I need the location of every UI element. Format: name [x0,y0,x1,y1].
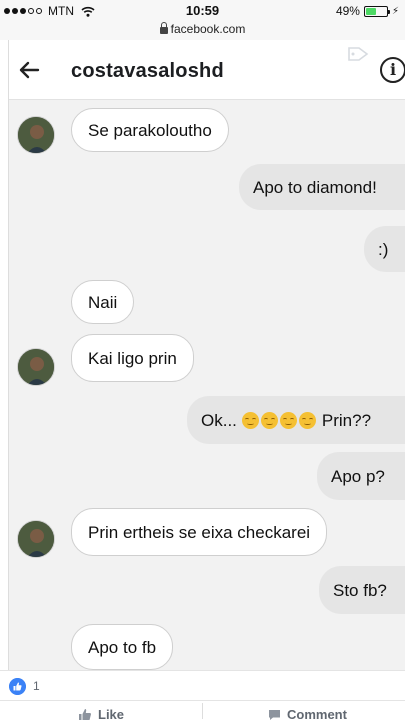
message-text: Prin ertheis se eixa checkarei [88,522,311,542]
message-text: Kai ligo prin [88,348,177,368]
lock-icon [159,22,168,34]
comment-icon [269,709,280,720]
avatar [17,520,55,558]
message-bubble-outgoing[interactable]: Ok... Prin?? [187,396,405,444]
action-divider [202,703,203,719]
message-bubble-outgoing[interactable]: Apo to diamond! [239,164,405,210]
message-bubble-outgoing[interactable]: :) [364,226,405,272]
message-text: Apo p? [331,466,385,486]
comment-button[interactable]: Comment [268,707,347,720]
battery-icon [363,5,390,17]
battery-percent: 49% [335,4,360,18]
info-icon[interactable]: i [380,57,405,83]
message-text: Se parakoloutho [88,120,212,140]
status-bar: MTN 10:59 49% ⚡ [0,0,405,22]
back-arrow-icon[interactable] [17,58,41,82]
thumbs-up-icon [79,708,91,720]
conversation-title: costavasaloshd [71,60,224,82]
like-count: 1 [33,679,40,693]
message-bubble-outgoing[interactable]: Apo p? [317,452,405,500]
like-button-label: Like [98,707,125,720]
reactions-bar: 1 [0,670,405,700]
screenshot-page: MTN 10:59 49% ⚡ facebook.com costavasalo… [0,0,405,720]
message-text: Sto fb? [333,580,387,600]
like-reaction-icon[interactable] [9,678,26,695]
message-bubble-incoming[interactable]: Prin ertheis se eixa checkarei [71,508,328,556]
avatar [17,116,55,154]
comment-button-label: Comment [287,707,347,720]
message-text: Prin?? [321,410,372,430]
smiling-face-emoji-icon [298,411,316,429]
message-text: Ok... [201,410,237,430]
message-bubble-incoming[interactable]: Se parakoloutho [71,108,229,152]
message-bubble-outgoing[interactable]: Sto fb? [319,566,405,614]
smiling-face-emoji-icon [241,411,259,429]
post-action-bar: Like Comment [0,700,405,720]
avatar [17,348,55,386]
smiling-face-emoji-icon [260,411,278,429]
message-text: :) [378,239,389,259]
charging-bolt-icon: ⚡ [391,5,399,17]
message-text: Naii [88,292,118,312]
message-bubble-incoming[interactable]: Naii [71,280,135,324]
message-text: Apo to fb [88,637,157,657]
conversation-header: costavasaloshd i [9,40,405,100]
url-text: facebook.com [170,22,246,36]
conversation-view: costavasaloshd i Se parakoloutho Apo to … [8,40,405,670]
message-bubble-incoming[interactable]: Apo to fb [71,624,174,670]
smiling-face-emoji-icon [279,411,297,429]
tag-icon [348,47,369,61]
message-bubble-incoming[interactable]: Kai ligo prin [71,334,194,382]
url-bar[interactable]: facebook.com [0,22,405,40]
like-button[interactable]: Like [78,707,124,720]
message-text: Apo to diamond! [253,177,377,197]
